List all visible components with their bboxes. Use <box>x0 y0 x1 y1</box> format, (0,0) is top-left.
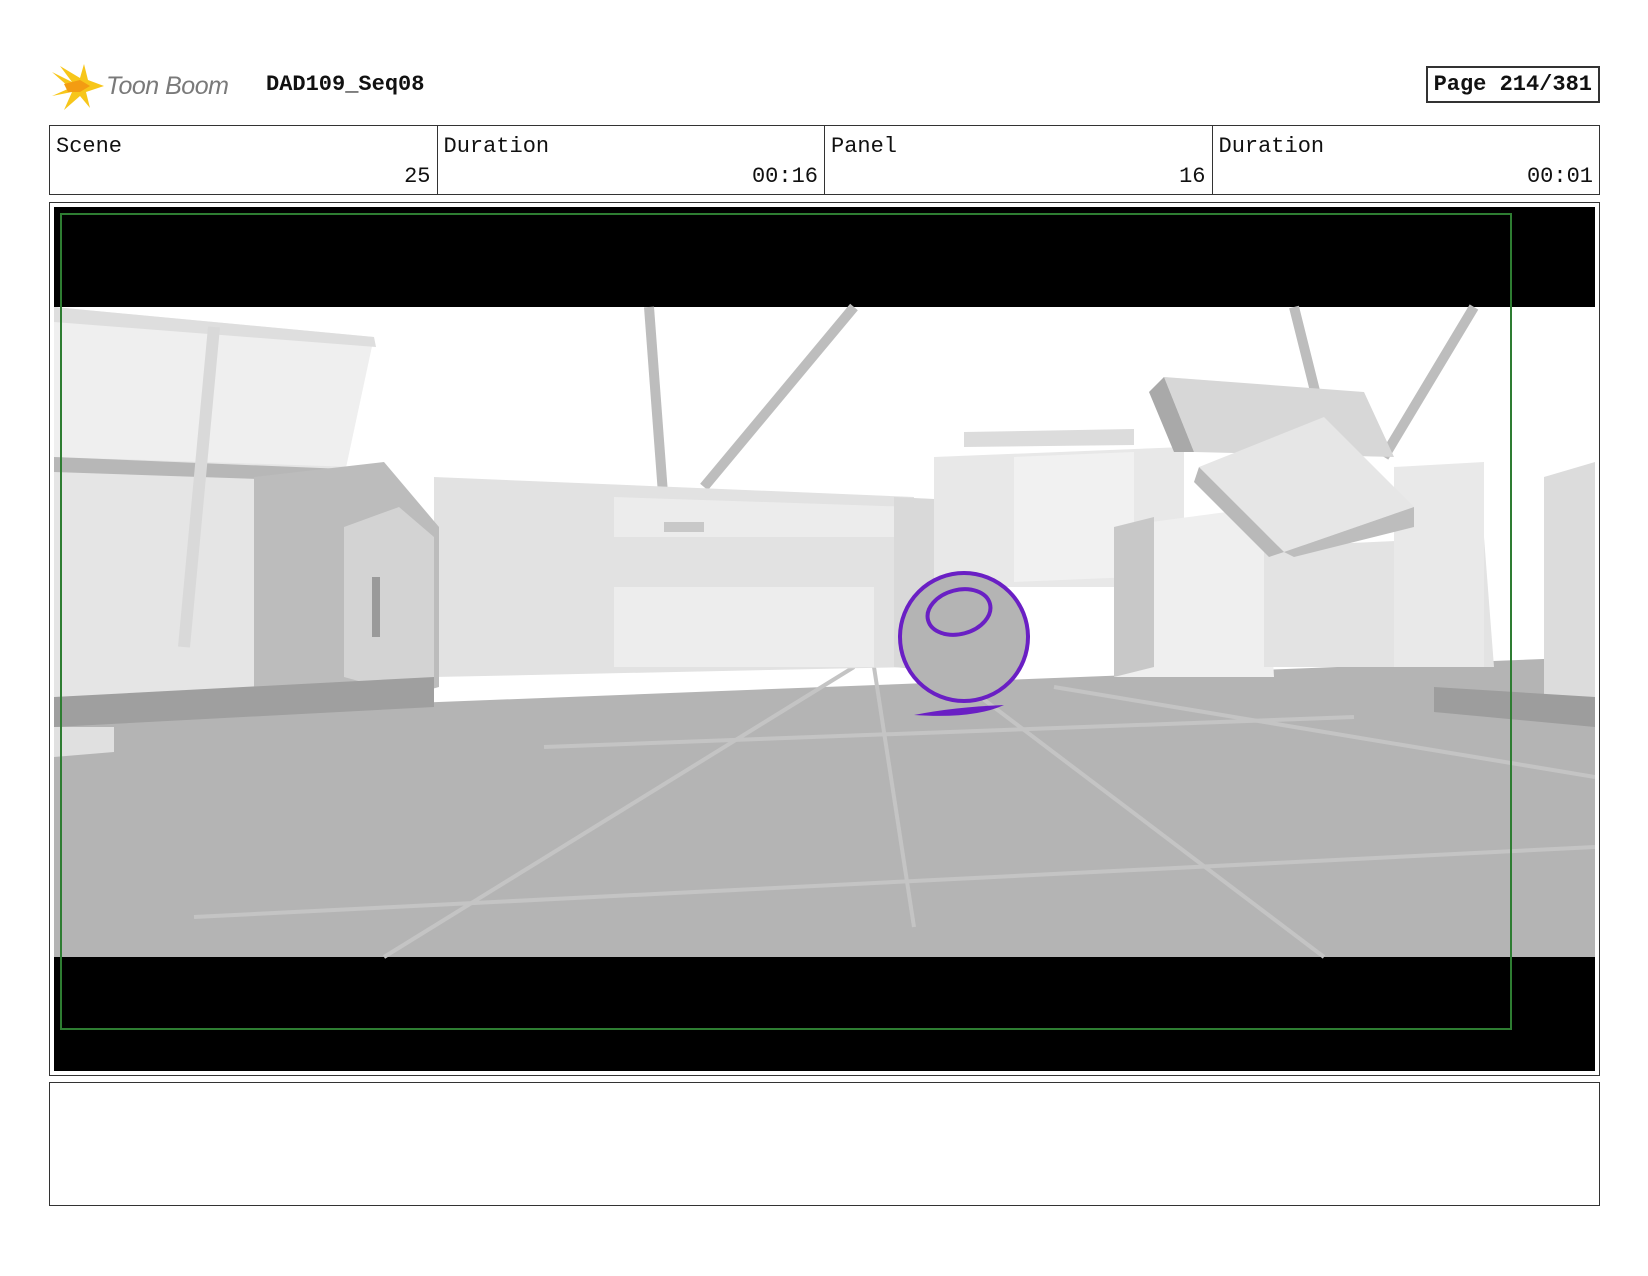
toon-boom-logo: Toon Boom <box>50 62 250 112</box>
panel-label: Panel <box>831 134 898 159</box>
brand-name: Toon Boom <box>106 72 229 100</box>
scene-label: Scene <box>56 134 123 159</box>
scene-info-table: Scene 25 Duration 00:16 Panel 16 Duratio… <box>49 125 1600 195</box>
page-number: Page 214/381 <box>1425 66 1600 103</box>
panel-duration-value: 00:01 <box>1526 164 1593 189</box>
scene-value: 25 <box>404 164 431 189</box>
panel-duration-label: Duration <box>1218 134 1325 159</box>
scene-3d-render <box>54 303 1595 959</box>
toon-boom-star-icon <box>52 64 104 110</box>
panel-cell: Panel 16 <box>825 126 1213 194</box>
storyboard-panel <box>49 202 1600 1076</box>
project-title: DAD109_Seq08 <box>266 72 425 97</box>
scene-duration-cell: Duration 00:16 <box>438 126 825 194</box>
panel-notes <box>49 1082 1600 1206</box>
scene-duration-value: 00:16 <box>751 164 818 189</box>
panel-artwork <box>54 207 1595 1071</box>
scene-cell: Scene 25 <box>50 126 438 194</box>
page-header: Toon Boom DAD109_Seq08 Page 214/381 <box>50 58 1600 114</box>
panel-value: 16 <box>1179 164 1206 189</box>
scene-duration-label: Duration <box>443 134 550 159</box>
panel-image <box>54 207 1595 1071</box>
panel-duration-cell: Duration 00:01 <box>1213 126 1600 194</box>
